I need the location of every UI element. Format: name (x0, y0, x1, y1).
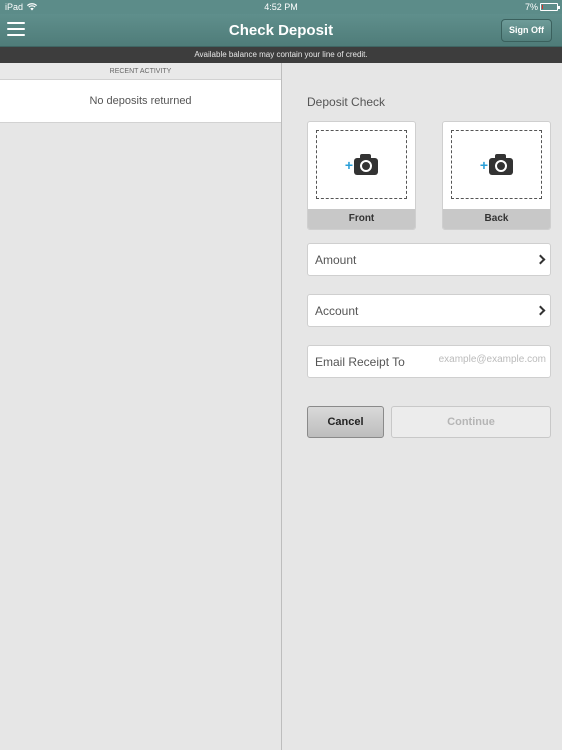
front-label: Front (308, 209, 415, 229)
plus-icon: + (479, 156, 489, 173)
cancel-button[interactable]: Cancel (307, 406, 384, 438)
navigation-bar: Check Deposit Sign Off (0, 14, 562, 47)
back-label: Back (443, 209, 550, 229)
plus-icon: + (344, 156, 354, 173)
chevron-right-icon (535, 254, 546, 265)
amount-field[interactable]: Amount (307, 243, 551, 276)
chevron-right-icon (535, 305, 546, 316)
front-photo-frame: + (316, 130, 407, 199)
battery-icon (540, 3, 560, 11)
no-deposits-message: No deposits returned (0, 80, 281, 123)
deposit-check-title: Deposit Check (307, 95, 386, 109)
amount-label: Amount (315, 253, 357, 267)
battery-percent: 7% (524, 2, 538, 12)
recent-activity-panel: RECENT ACTIVITY No deposits returned (0, 63, 281, 750)
sign-off-button[interactable]: Sign Off (501, 19, 552, 42)
back-photo-frame: + (451, 130, 542, 199)
deposit-check-panel: Deposit Check + Front + Back Amount Acco… (282, 63, 562, 750)
recent-activity-header: RECENT ACTIVITY (0, 63, 281, 80)
email-receipt-input[interactable] (418, 354, 546, 365)
camera-icon (489, 153, 514, 175)
page-title: Check Deposit (228, 22, 334, 39)
account-field[interactable]: Account (307, 294, 551, 327)
status-time: 4:52 PM (264, 2, 298, 12)
continue-button[interactable]: Continue (391, 406, 551, 438)
front-photo-button[interactable]: + Front (307, 121, 416, 230)
camera-icon (354, 153, 379, 175)
email-receipt-field[interactable]: Email Receipt To (307, 345, 551, 378)
battery-fill (542, 5, 543, 9)
email-receipt-label: Email Receipt To (315, 355, 405, 369)
back-photo-button[interactable]: + Back (442, 121, 551, 230)
credit-notice-banner: Available balance may contain your line … (0, 47, 562, 63)
status-bar: iPad 4:52 PM 7% (0, 0, 562, 14)
account-label: Account (315, 304, 359, 318)
